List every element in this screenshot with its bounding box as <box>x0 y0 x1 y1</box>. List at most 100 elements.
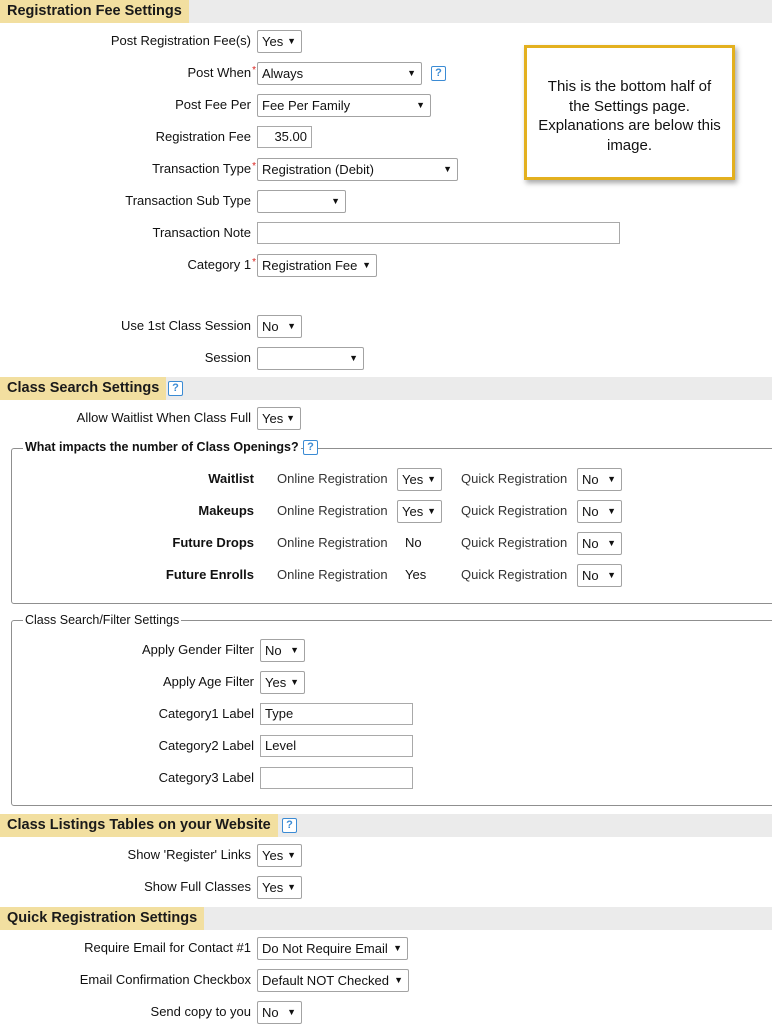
post-fee-per-label: Post Fee Per <box>175 97 251 112</box>
chevron-down-icon: ▼ <box>331 196 340 206</box>
chevron-down-icon: ▼ <box>607 506 616 516</box>
transaction-sub-type-select[interactable]: ▼ <box>257 190 346 213</box>
chevron-down-icon: ▼ <box>607 538 616 548</box>
gender-filter-label: Apply Gender Filter <box>142 642 254 657</box>
help-icon[interactable]: ? <box>431 66 446 81</box>
future-enrolls-quick-select[interactable]: No ▼ <box>577 564 622 587</box>
openings-row-label: Makeups <box>198 503 254 518</box>
makeups-quick-select[interactable]: No ▼ <box>577 500 622 523</box>
class-search-section-header: Class Search Settings ? <box>0 377 772 400</box>
category1-label: Category 1* <box>187 257 257 272</box>
online-registration-label: Online Registration <box>277 567 388 582</box>
chevron-down-icon: ▼ <box>349 353 358 363</box>
show-full-classes-select[interactable]: Yes ▼ <box>257 876 302 899</box>
transaction-type-select[interactable]: Registration (Debit) ▼ <box>257 158 458 181</box>
category3-label-input[interactable] <box>260 767 413 789</box>
registration-fee-input[interactable]: 35.00 <box>257 126 312 148</box>
category3-label-label: Category3 Label <box>158 770 254 785</box>
chevron-down-icon: ▼ <box>427 474 436 484</box>
quick-registration-label: Quick Registration <box>461 535 568 550</box>
chevron-down-icon: ▼ <box>287 850 296 860</box>
chevron-down-icon: ▼ <box>427 506 436 516</box>
allow-waitlist-label: Allow Waitlist When Class Full <box>76 410 251 425</box>
section-title: Class Search Settings <box>0 377 167 400</box>
show-full-classes-label: Show Full Classes <box>144 879 251 894</box>
require-email-label: Require Email for Contact #1 <box>84 940 251 955</box>
chevron-down-icon: ▼ <box>443 164 452 174</box>
chevron-down-icon: ▼ <box>287 1007 296 1017</box>
registration-fee-section-header: Registration Fee Settings <box>0 0 772 23</box>
chevron-down-icon: ▼ <box>286 413 295 423</box>
transaction-note-input[interactable] <box>257 222 620 244</box>
class-filter-legend: Class Search/Filter Settings <box>23 612 182 628</box>
chevron-down-icon: ▼ <box>290 677 299 687</box>
category2-label-input[interactable]: Level <box>260 735 413 757</box>
transaction-note-label: Transaction Note <box>152 225 251 240</box>
registration-fee-label: Registration Fee <box>155 129 251 144</box>
post-fee-select[interactable]: Yes ▼ <box>257 30 302 53</box>
openings-row-label: Future Drops <box>172 535 254 550</box>
help-icon[interactable]: ? <box>282 818 297 833</box>
quick-registration-label: Quick Registration <box>461 471 568 486</box>
chevron-down-icon: ▼ <box>362 260 371 270</box>
openings-row-label: Waitlist <box>208 471 254 486</box>
chevron-down-icon: ▼ <box>607 570 616 580</box>
chevron-down-icon: ▼ <box>287 882 296 892</box>
session-select[interactable]: ▼ <box>257 347 364 370</box>
section-title: Class Listings Tables on your Website <box>0 814 278 837</box>
section-title: Registration Fee Settings <box>0 0 189 23</box>
help-icon[interactable]: ? <box>168 381 183 396</box>
chevron-down-icon: ▼ <box>407 68 416 78</box>
chevron-down-icon: ▼ <box>287 321 296 331</box>
quick-registration-label: Quick Registration <box>461 503 568 518</box>
online-registration-label: Online Registration <box>277 471 388 486</box>
explanation-note: This is the bottom half of the Settings … <box>524 45 735 180</box>
chevron-down-icon: ▼ <box>416 100 425 110</box>
chevron-down-icon: ▼ <box>290 645 299 655</box>
post-fee-per-select[interactable]: Fee Per Family ▼ <box>257 94 431 117</box>
future-enrolls-online-value: Yes <box>405 567 427 582</box>
email-confirmation-select[interactable]: Default NOT Checked ▼ <box>257 969 409 992</box>
post-when-label: Post When* <box>187 65 257 80</box>
quick-registration-section-header: Quick Registration Settings <box>0 907 772 930</box>
post-fee-label: Post Registration Fee(s) <box>110 33 251 48</box>
use-first-session-select[interactable]: No ▼ <box>257 315 302 338</box>
show-register-links-label: Show 'Register' Links <box>127 847 251 862</box>
class-openings-fieldset <box>11 448 772 604</box>
chevron-down-icon: ▼ <box>287 36 296 46</box>
chevron-down-icon: ▼ <box>393 943 402 953</box>
chevron-down-icon: ▼ <box>607 474 616 484</box>
chevron-down-icon: ▼ <box>394 975 403 985</box>
require-email-select[interactable]: Do Not Require Email ▼ <box>257 937 408 960</box>
category1-label-label: Category1 Label <box>158 706 254 721</box>
transaction-type-label: Transaction Type* <box>152 161 256 176</box>
help-icon[interactable]: ? <box>303 440 318 455</box>
class-openings-legend: What impacts the number of Class Opening… <box>23 439 301 455</box>
transaction-sub-type-label: Transaction Sub Type <box>125 193 251 208</box>
send-copy-select[interactable]: No ▼ <box>257 1001 302 1024</box>
allow-waitlist-select[interactable]: Yes ▼ <box>257 407 301 430</box>
future-drops-quick-select[interactable]: No ▼ <box>577 532 622 555</box>
online-registration-label: Online Registration <box>277 503 388 518</box>
age-filter-label: Apply Age Filter <box>162 674 254 689</box>
post-when-select[interactable]: Always ▼ <box>257 62 422 85</box>
category2-label-label: Category2 Label <box>158 738 254 753</box>
age-filter-select[interactable]: Yes ▼ <box>260 671 305 694</box>
category1-select[interactable]: Registration Fee ▼ <box>257 254 377 277</box>
email-confirmation-label: Email Confirmation Checkbox <box>79 972 251 987</box>
online-registration-label: Online Registration <box>277 535 388 550</box>
category1-label-input[interactable]: Type <box>260 703 413 725</box>
class-listings-section-header: Class Listings Tables on your Website ? <box>0 814 772 837</box>
show-register-links-select[interactable]: Yes ▼ <box>257 844 302 867</box>
use-first-session-label: Use 1st Class Session <box>120 318 251 333</box>
session-label: Session <box>204 350 251 365</box>
future-drops-online-value: No <box>405 535 422 550</box>
waitlist-quick-select[interactable]: No ▼ <box>577 468 622 491</box>
openings-row-label: Future Enrolls <box>165 567 254 582</box>
quick-registration-label: Quick Registration <box>461 567 568 582</box>
waitlist-online-select[interactable]: Yes ▼ <box>397 468 442 491</box>
send-copy-label: Send copy to you <box>150 1004 251 1019</box>
makeups-online-select[interactable]: Yes ▼ <box>397 500 442 523</box>
section-title: Quick Registration Settings <box>0 907 205 930</box>
gender-filter-select[interactable]: No ▼ <box>260 639 305 662</box>
